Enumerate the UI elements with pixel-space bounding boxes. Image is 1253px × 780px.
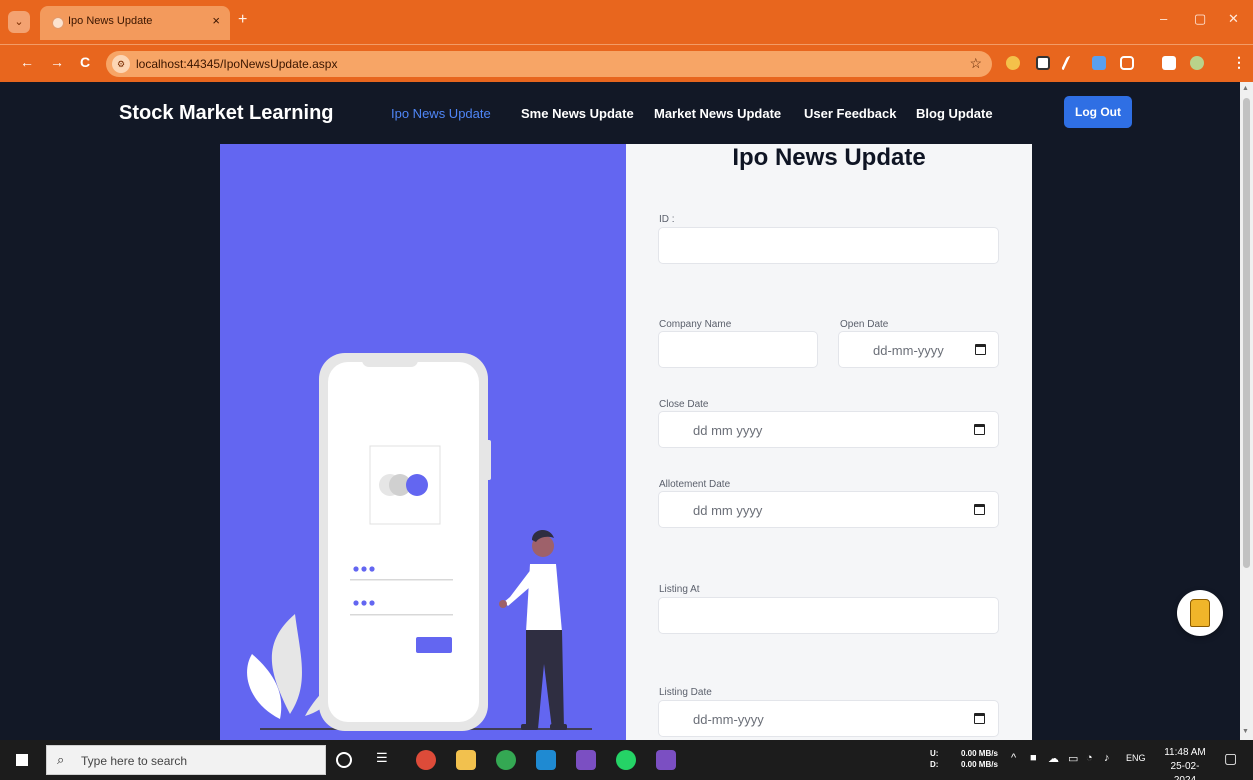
side-panel-icon[interactable] bbox=[1162, 56, 1176, 70]
form-title: Ipo News Update bbox=[732, 144, 926, 171]
visual-studio-icon[interactable] bbox=[656, 750, 676, 770]
profile-avatar[interactable] bbox=[1190, 56, 1204, 70]
address-bar[interactable]: ⚙ localhost:44345/IpoNewsUpdate.aspx ☆ bbox=[106, 51, 992, 77]
logout-button[interactable]: Log Out bbox=[1064, 96, 1132, 128]
scroll-down-icon[interactable]: ▼ bbox=[1242, 728, 1249, 735]
extensions-puzzle-icon[interactable] bbox=[1120, 56, 1134, 70]
language-indicator[interactable]: ENG bbox=[1126, 753, 1146, 763]
nav-link-blog-update[interactable]: Blog Update bbox=[916, 106, 993, 121]
search-icon: ⌕ bbox=[57, 752, 65, 767]
tab-favicon-icon bbox=[52, 17, 64, 29]
net-down-speed: 0.00 MB/s bbox=[961, 760, 998, 769]
id-input[interactable] bbox=[658, 227, 999, 264]
id-label: ID : bbox=[659, 214, 675, 225]
site-navbar: Stock Market Learning Ipo News Update Sm… bbox=[0, 82, 1240, 144]
listing-at-input[interactable] bbox=[658, 597, 999, 634]
page-scrollbar[interactable]: ▲ ▼ bbox=[1240, 82, 1253, 740]
volume-icon[interactable]: ♪ bbox=[1104, 752, 1110, 764]
maximize-icon[interactable]: ▢ bbox=[1194, 11, 1206, 27]
wifi-icon[interactable]: ◔ bbox=[1086, 752, 1093, 764]
close-date-label: Close Date bbox=[659, 399, 709, 410]
notifications-icon[interactable]: ▢ bbox=[1224, 750, 1237, 767]
open-date-label: Open Date bbox=[840, 319, 889, 330]
url-text[interactable]: localhost:44345/IpoNewsUpdate.aspx bbox=[136, 57, 337, 71]
tab-search-button[interactable]: ⌄ bbox=[8, 11, 30, 33]
allotment-date-placeholder: dd mm yyyy bbox=[693, 503, 763, 518]
nav-link-sme-news-update[interactable]: Sme News Update bbox=[521, 106, 634, 121]
scrollbar-thumb[interactable] bbox=[1243, 98, 1250, 568]
pen-extension-icon[interactable] bbox=[1060, 56, 1082, 70]
taskbar-clock[interactable]: 11:48 AM 25-02-2024 bbox=[1160, 746, 1210, 780]
clock-date: 25-02-2024 bbox=[1170, 761, 1200, 780]
site-info-icon[interactable]: ⚙ bbox=[112, 55, 130, 73]
windows-start-icon[interactable] bbox=[16, 754, 28, 766]
net-up-label: U: bbox=[930, 749, 939, 758]
open-date-placeholder: dd-mm-yyyy bbox=[873, 343, 944, 358]
company-name-label: Company Name bbox=[659, 319, 732, 330]
tray-overflow-icon[interactable]: ^ bbox=[1011, 752, 1016, 764]
allotment-date-input[interactable]: dd mm yyyy bbox=[658, 491, 999, 528]
taskbar-search-box[interactable]: ⌕ Type here to search bbox=[46, 745, 326, 775]
login-illustration-panel bbox=[220, 144, 626, 740]
onedrive-icon[interactable]: ☁ bbox=[1048, 752, 1059, 765]
company-name-input[interactable] bbox=[658, 331, 818, 368]
browser-tab[interactable]: Ipo News Update × bbox=[40, 6, 230, 40]
extension-icon[interactable] bbox=[1006, 56, 1020, 70]
close-window-icon[interactable]: ✕ bbox=[1228, 11, 1239, 27]
open-date-input[interactable]: dd-mm-yyyy bbox=[838, 331, 999, 368]
tray-app-icon[interactable]: ■ bbox=[1030, 752, 1037, 764]
listing-date-placeholder: dd-mm-yyyy bbox=[693, 712, 764, 727]
nav-link-user-feedback[interactable]: User Feedback bbox=[804, 106, 897, 121]
scroll-up-icon[interactable]: ▲ bbox=[1242, 85, 1249, 92]
calendar-icon[interactable] bbox=[974, 713, 985, 724]
cortana-icon[interactable] bbox=[336, 752, 352, 768]
calendar-icon[interactable] bbox=[975, 344, 986, 355]
calendar-icon[interactable] bbox=[974, 424, 985, 435]
visual-studio-icon[interactable] bbox=[576, 750, 596, 770]
net-up-speed: 0.00 MB/s bbox=[961, 749, 998, 758]
nav-link-ipo-news-update[interactable]: Ipo News Update bbox=[391, 106, 491, 121]
browser-toolbar: ← → C ⚙ localhost:44345/IpoNewsUpdate.as… bbox=[0, 44, 1253, 82]
listing-date-label: Listing Date bbox=[659, 687, 712, 698]
new-tab-icon[interactable]: + bbox=[238, 11, 247, 29]
chat-widget-button[interactable] bbox=[1177, 590, 1223, 636]
calendar-icon[interactable] bbox=[974, 504, 985, 515]
browser-tab-strip: ⌄ Ipo News Update × + – ▢ ✕ bbox=[0, 0, 1253, 44]
nav-link-market-news-update[interactable]: Market News Update bbox=[654, 106, 781, 121]
file-explorer-icon[interactable] bbox=[456, 750, 476, 770]
chrome-icon[interactable] bbox=[496, 750, 516, 770]
listing-date-input[interactable]: dd-mm-yyyy bbox=[658, 700, 999, 737]
phone-illustration bbox=[247, 353, 592, 731]
ipo-news-form-panel: Ipo News Update ID : Company Name Open D… bbox=[626, 144, 1032, 740]
taskbar-search-placeholder: Type here to search bbox=[81, 754, 188, 768]
site-brand[interactable]: Stock Market Learning bbox=[119, 102, 334, 125]
tab-close-icon[interactable]: × bbox=[212, 13, 220, 28]
chat-bot-icon bbox=[1190, 599, 1210, 627]
net-down-label: D: bbox=[930, 760, 939, 769]
whatsapp-icon[interactable] bbox=[616, 750, 636, 770]
back-icon[interactable]: ← bbox=[20, 54, 34, 70]
listing-at-label: Listing At bbox=[659, 584, 700, 595]
allotment-date-label: Allotement Date bbox=[659, 479, 731, 490]
close-date-placeholder: dd mm yyyy bbox=[693, 423, 763, 438]
extension-icon[interactable] bbox=[1092, 56, 1106, 70]
clock-time: 11:48 AM bbox=[1164, 747, 1206, 758]
browser-menu-icon[interactable]: ⋮ bbox=[1232, 54, 1246, 71]
bookmark-star-icon[interactable]: ☆ bbox=[969, 55, 982, 72]
vscode-icon[interactable] bbox=[536, 750, 556, 770]
reload-icon[interactable]: C bbox=[80, 54, 90, 70]
chrome-icon[interactable] bbox=[416, 750, 436, 770]
close-date-input[interactable]: dd mm yyyy bbox=[658, 411, 999, 448]
tab-title: Ipo News Update bbox=[68, 15, 153, 27]
forward-icon[interactable]: → bbox=[50, 54, 64, 70]
minimize-icon[interactable]: – bbox=[1160, 11, 1167, 26]
task-view-icon[interactable]: ☰ bbox=[376, 750, 396, 770]
battery-icon[interactable]: ▭ bbox=[1068, 752, 1078, 765]
page-viewport: Stock Market Learning Ipo News Update Sm… bbox=[0, 82, 1240, 740]
extension-icon[interactable] bbox=[1036, 56, 1050, 70]
windows-taskbar: ⌕ Type here to search ☰ U: D: 0.00 MB/s … bbox=[0, 740, 1253, 780]
